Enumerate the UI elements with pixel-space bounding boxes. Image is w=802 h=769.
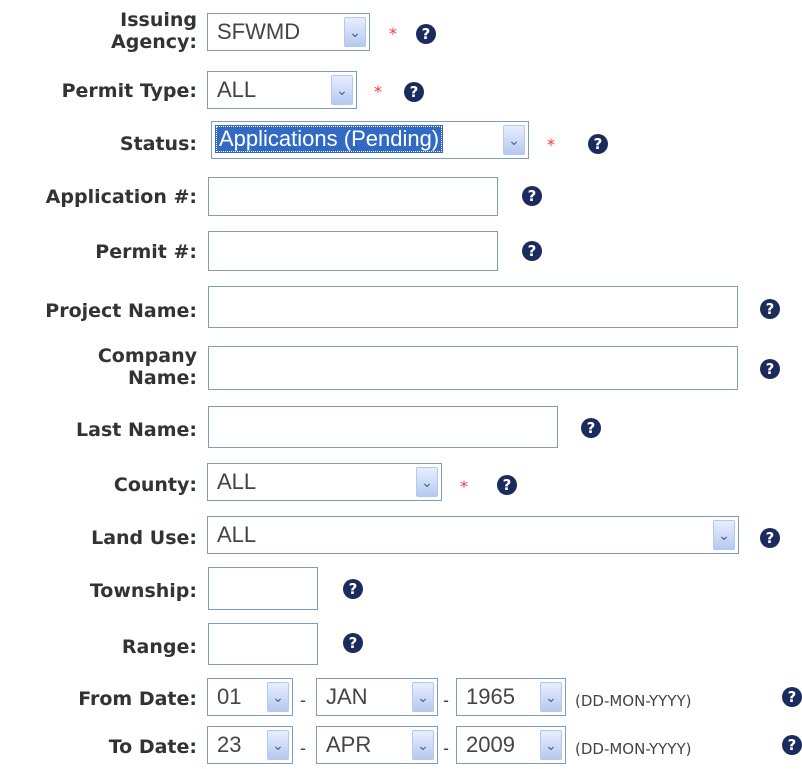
project-name-label: Project Name:	[45, 300, 197, 322]
chevron-down-icon[interactable]: ⌄	[503, 125, 525, 155]
chevron-down-icon[interactable]: ⌄	[412, 730, 434, 760]
help-icon[interactable]: ?	[782, 735, 802, 755]
chevron-down-icon[interactable]: ⌄	[344, 17, 366, 47]
date-separator: -	[443, 690, 449, 710]
company-name-row: Company Name: ?	[0, 344, 802, 394]
required-asterisk: *	[374, 82, 382, 101]
from-month-select[interactable]: JAN ⌄	[316, 678, 438, 716]
issuing-agency-select[interactable]: SFWMD ⌄	[207, 13, 370, 51]
to-month-select[interactable]: APR ⌄	[316, 726, 438, 764]
from-month-value: JAN	[326, 684, 368, 709]
status-row: Status: Applications (Pending) ⌄ * ?	[0, 118, 802, 166]
to-year-value: 2009	[466, 732, 515, 757]
company-name-input[interactable]	[208, 346, 738, 390]
application-number-input[interactable]	[208, 177, 498, 216]
help-icon[interactable]: ?	[343, 633, 363, 653]
range-row: Range: ?	[0, 622, 802, 668]
status-label: Status:	[119, 133, 197, 155]
issuing-agency-label: Issuing Agency:	[111, 9, 197, 53]
range-input[interactable]	[208, 623, 318, 665]
help-icon[interactable]: ?	[760, 359, 780, 379]
required-asterisk: *	[547, 135, 555, 154]
chevron-down-icon[interactable]: ⌄	[267, 730, 289, 760]
last-name-input[interactable]	[208, 406, 558, 448]
from-day-select[interactable]: 01 ⌄	[207, 678, 293, 716]
from-day-value: 01	[217, 684, 242, 709]
issuing-agency-label-line2: Agency:	[111, 31, 197, 53]
land-use-select[interactable]: ALL ⌄	[207, 516, 739, 554]
county-select[interactable]: ALL ⌄	[207, 463, 442, 501]
help-icon[interactable]: ?	[782, 687, 802, 707]
status-select[interactable]: Applications (Pending) ⌄	[211, 121, 529, 159]
permit-type-select[interactable]: ALL ⌄	[207, 71, 357, 109]
to-date-row: To Date: 23 ⌄ - APR ⌄ - 2009 ⌄ (DD-MON-Y…	[0, 724, 802, 768]
chevron-down-icon[interactable]: ⌄	[713, 520, 735, 550]
application-number-row: Application #: ?	[0, 174, 802, 220]
date-separator: -	[300, 690, 306, 710]
chevron-down-icon[interactable]: ⌄	[416, 467, 438, 497]
permit-type-label: Permit Type:	[61, 80, 197, 102]
help-icon[interactable]: ?	[416, 24, 436, 44]
permit-type-row: Permit Type: ALL ⌄ * ?	[0, 68, 802, 112]
last-name-row: Last Name: ?	[0, 405, 802, 451]
to-day-value: 23	[217, 732, 242, 757]
chevron-down-icon[interactable]: ⌄	[540, 682, 562, 712]
status-value: Applications (Pending)	[215, 125, 444, 153]
date-format-hint: (DD-MON-YYYY)	[575, 740, 692, 758]
help-icon[interactable]: ?	[497, 475, 517, 495]
date-separator: -	[443, 738, 449, 758]
range-label: Range:	[121, 636, 197, 658]
project-name-input[interactable]	[208, 286, 738, 328]
to-day-select[interactable]: 23 ⌄	[207, 726, 293, 764]
permit-number-input[interactable]	[208, 231, 498, 271]
permit-type-value: ALL	[217, 77, 257, 102]
date-format-hint: (DD-MON-YYYY)	[575, 692, 692, 710]
help-icon[interactable]: ?	[343, 579, 363, 599]
from-year-value: 1965	[466, 684, 515, 709]
county-label: County:	[113, 474, 197, 496]
chevron-down-icon[interactable]: ⌄	[331, 75, 353, 105]
land-use-row: Land Use: ALL ⌄ ?	[0, 513, 802, 559]
company-name-label-line1: Company	[97, 345, 197, 367]
issuing-agency-label-line1: Issuing	[120, 9, 197, 31]
land-use-value: ALL	[217, 522, 257, 547]
chevron-down-icon[interactable]: ⌄	[412, 682, 434, 712]
township-row: Township: ?	[0, 566, 802, 612]
to-date-label: To Date:	[108, 736, 197, 758]
last-name-label: Last Name:	[76, 419, 197, 441]
to-month-value: APR	[326, 732, 372, 757]
help-icon[interactable]: ?	[522, 186, 542, 206]
township-input[interactable]	[208, 567, 318, 610]
help-icon[interactable]: ?	[760, 528, 780, 548]
land-use-label: Land Use:	[91, 527, 197, 549]
help-icon[interactable]: ?	[404, 82, 424, 102]
issuing-agency-value: SFWMD	[217, 19, 301, 44]
from-date-row: From Date: 01 ⌄ - JAN ⌄ - 1965 ⌄ (DD-MON…	[0, 676, 802, 720]
permit-number-row: Permit #: ?	[0, 229, 802, 275]
from-date-label: From Date:	[78, 688, 197, 710]
company-name-label-line2: Name:	[127, 367, 197, 389]
township-label: Township:	[89, 580, 197, 602]
project-name-row: Project Name: ?	[0, 286, 802, 332]
county-value: ALL	[217, 469, 257, 494]
permit-number-label: Permit #:	[95, 241, 197, 263]
help-icon[interactable]: ?	[760, 299, 780, 319]
chevron-down-icon[interactable]: ⌄	[540, 730, 562, 760]
help-icon[interactable]: ?	[522, 241, 542, 261]
required-asterisk: *	[389, 24, 397, 43]
company-name-label: Company Name:	[98, 345, 197, 389]
date-separator: -	[300, 738, 306, 758]
application-number-label: Application #:	[45, 186, 197, 208]
from-year-select[interactable]: 1965 ⌄	[456, 678, 566, 716]
required-asterisk: *	[460, 477, 468, 496]
chevron-down-icon[interactable]: ⌄	[267, 682, 289, 712]
help-icon[interactable]: ?	[581, 418, 601, 438]
help-icon[interactable]: ?	[588, 134, 608, 154]
county-row: County: ALL ⌄ * ?	[0, 460, 802, 506]
to-year-select[interactable]: 2009 ⌄	[456, 726, 566, 764]
issuing-agency-row: Issuing Agency: SFWMD ⌄ * ?	[0, 8, 802, 56]
